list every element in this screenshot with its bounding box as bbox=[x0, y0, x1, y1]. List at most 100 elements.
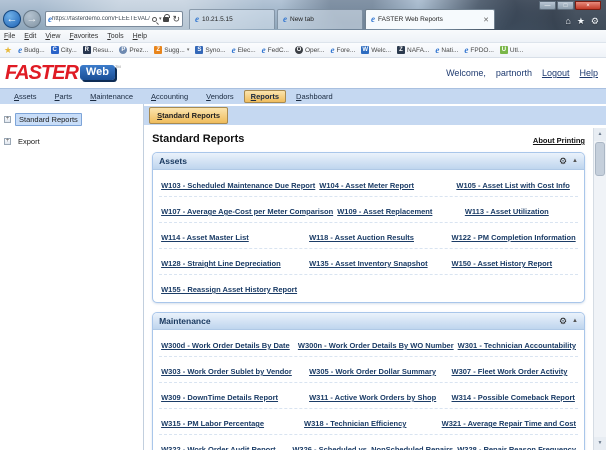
add-favorite-star-icon[interactable]: ★ bbox=[4, 45, 12, 56]
ie-favicon: e bbox=[464, 44, 469, 55]
nav-item-accounting[interactable]: Accounting bbox=[143, 90, 196, 103]
help-link[interactable]: Help bbox=[579, 68, 598, 78]
report-link-cell: W305 - Work Order Dollar Summary bbox=[307, 357, 449, 382]
favorite-item[interactable]: Z Sugg... ▾ bbox=[154, 46, 189, 54]
scroll-down-icon[interactable]: ▼ bbox=[594, 437, 606, 450]
main-nav: Assets Parts Maintenance Accounting Vendors R… bbox=[0, 88, 606, 104]
report-link[interactable]: W322 - Work Order Audit Report bbox=[161, 445, 276, 450]
favorite-label: Prez... bbox=[129, 46, 149, 54]
logout-link[interactable]: Logout bbox=[542, 68, 570, 78]
favorite-item[interactable]: e FedC... bbox=[262, 45, 289, 55]
tab-standard-reports[interactable]: Standard Reports bbox=[149, 107, 229, 124]
tree-expand-icon[interactable]: + bbox=[4, 116, 11, 123]
url-dropdown-icon[interactable]: ▾ bbox=[159, 16, 162, 22]
favorite-item[interactable]: e Fore... bbox=[330, 45, 355, 55]
site-favicon: R bbox=[82, 46, 91, 54]
browser-tab[interactable]: e New tab bbox=[277, 9, 363, 29]
favorite-item[interactable]: e Nati... bbox=[435, 45, 458, 55]
tab-close-icon[interactable]: ✕ bbox=[483, 16, 489, 24]
nav-item-parts[interactable]: Parts bbox=[47, 90, 81, 103]
report-link[interactable]: W311 - Active Work Orders by Shop bbox=[309, 393, 436, 402]
report-link[interactable]: W328 - Repair Reason Frequency bbox=[457, 445, 576, 450]
favorite-item[interactable]: U Utl... bbox=[499, 46, 523, 54]
nav-item-dashboard[interactable]: Dashboard bbox=[288, 90, 341, 103]
report-link[interactable]: W103 - Scheduled Maintenance Due Report bbox=[161, 181, 315, 190]
report-link[interactable]: W321 - Average Repair Time and Cost bbox=[442, 419, 576, 428]
favorite-item[interactable]: e Elec... bbox=[232, 45, 256, 55]
report-link[interactable]: W155 - Reassign Asset History Report bbox=[161, 285, 297, 294]
favorites-star-icon[interactable]: ★ bbox=[577, 16, 585, 27]
close-button[interactable]: × bbox=[575, 1, 601, 10]
report-link[interactable]: W300n - Work Order Details By WO Number bbox=[298, 341, 454, 350]
report-link[interactable]: W314 - Possible Comeback Report bbox=[452, 393, 575, 402]
maximize-button[interactable]: □ bbox=[557, 1, 574, 10]
menu-item-favorites[interactable]: Favorites bbox=[69, 33, 98, 40]
sidebar-item-export[interactable]: + Export bbox=[0, 134, 143, 149]
collapse-arrow-icon[interactable]: ▲ bbox=[572, 318, 578, 324]
favorite-item[interactable]: P Prez... bbox=[119, 46, 148, 54]
collapse-arrow-icon[interactable]: ▲ bbox=[572, 158, 578, 164]
report-link-cell: W105 - Asset List with Cost Info bbox=[454, 171, 578, 196]
menu-item-tools[interactable]: Tools bbox=[107, 33, 123, 40]
address-bar[interactable]: e https://fasterdemo.com/FLEETEVAL/Domai… bbox=[45, 11, 183, 27]
favorite-item[interactable]: Z NAFA... bbox=[397, 46, 429, 54]
tree-expand-icon[interactable]: + bbox=[4, 138, 11, 145]
home-icon[interactable]: ⌂ bbox=[565, 16, 570, 27]
nav-item-vendors[interactable]: Vendors bbox=[198, 90, 242, 103]
search-icon[interactable] bbox=[151, 16, 157, 22]
favorite-item[interactable]: e Budg... bbox=[18, 45, 45, 55]
report-link[interactable]: W318 - Technician Efficiency bbox=[304, 419, 406, 428]
sidebar-item-standard-reports[interactable]: + Standard Reports bbox=[0, 111, 143, 128]
about-printing-link[interactable]: About Printing bbox=[533, 136, 585, 145]
nav-item-maintenance[interactable]: Maintenance bbox=[82, 90, 141, 103]
report-link[interactable]: W122 - PM Completion Information bbox=[452, 233, 576, 242]
report-link[interactable]: W135 - Asset Inventory Snapshot bbox=[309, 259, 428, 268]
report-link[interactable]: W301 - Technician Accountability bbox=[458, 341, 576, 350]
menu-item-edit[interactable]: Edit bbox=[24, 33, 36, 40]
report-link[interactable]: W107 - Average Age-Cost per Meter Compar… bbox=[161, 207, 333, 216]
nav-item-assets[interactable]: Assets bbox=[6, 90, 45, 103]
sidebar-item-label: Standard Reports bbox=[15, 113, 82, 126]
report-link[interactable]: W114 - Asset Master List bbox=[161, 233, 249, 242]
favorite-item[interactable]: e FPDO... bbox=[464, 44, 493, 55]
minimize-button[interactable]: — bbox=[539, 1, 556, 10]
favorite-item[interactable]: O Oper... bbox=[294, 46, 324, 54]
report-link[interactable]: W326 - Scheduled vs. NonScheduled Repair… bbox=[292, 445, 453, 450]
forward-button[interactable]: → bbox=[23, 10, 41, 28]
report-link[interactable]: W105 - Asset List with Cost Info bbox=[456, 181, 569, 190]
report-link[interactable]: W113 - Asset Utilization bbox=[465, 207, 549, 216]
report-link[interactable]: W128 - Straight Line Depreciation bbox=[161, 259, 281, 268]
favorite-label: Welc... bbox=[371, 46, 392, 54]
report-link[interactable]: W300d - Work Order Details By Date bbox=[161, 341, 290, 350]
report-link[interactable]: W307 - Fleet Work Order Activity bbox=[452, 367, 568, 376]
report-link[interactable]: W104 - Asset Meter Report bbox=[319, 181, 414, 190]
report-link[interactable]: W315 - PM Labor Percentage bbox=[161, 419, 264, 428]
panel-gear-icon[interactable]: ⚙ bbox=[559, 316, 567, 326]
report-link[interactable]: W118 - Asset Auction Results bbox=[309, 233, 414, 242]
report-link[interactable]: W150 - Asset History Report bbox=[452, 259, 553, 268]
nav-item-reports[interactable]: Reports bbox=[243, 90, 287, 103]
tab-bar: e 10.21.5.15 e New tab e FASTER Web Reports ✕ bbox=[189, 9, 497, 29]
url-text[interactable]: https://fasterdemo.com/FLEETEVAL/Domains… bbox=[52, 16, 150, 22]
back-button[interactable]: ← bbox=[3, 10, 21, 28]
panel-gear-icon[interactable]: ⚙ bbox=[559, 156, 567, 166]
favorite-item[interactable]: W Welc... bbox=[361, 46, 391, 54]
menu-item-view[interactable]: View bbox=[45, 33, 60, 40]
refresh-icon[interactable]: ↻ bbox=[172, 14, 180, 24]
menu-item-file[interactable]: File bbox=[4, 33, 15, 40]
favorite-item[interactable]: R Resu... bbox=[82, 46, 113, 54]
browser-tab[interactable]: e FASTER Web Reports ✕ bbox=[365, 9, 495, 29]
settings-gear-icon[interactable]: ⚙ bbox=[591, 16, 599, 27]
scroll-thumb[interactable] bbox=[595, 142, 605, 176]
menu-item-help[interactable]: Help bbox=[133, 33, 147, 40]
browser-tab[interactable]: e 10.21.5.15 bbox=[189, 9, 275, 29]
report-link[interactable]: W109 - Asset Replacement bbox=[337, 207, 432, 216]
scroll-up-icon[interactable]: ▲ bbox=[594, 128, 606, 141]
favorite-item[interactable]: C City... bbox=[50, 46, 77, 54]
report-link[interactable]: W305 - Work Order Dollar Summary bbox=[309, 367, 436, 376]
chevron-down-icon[interactable]: ▾ bbox=[187, 47, 190, 53]
favorite-item[interactable]: S Syno... bbox=[195, 46, 226, 54]
report-link[interactable]: W303 - Work Order Sublet by Vendor bbox=[161, 367, 292, 376]
report-link[interactable]: W309 - DownTime Details Report bbox=[161, 393, 278, 402]
vertical-scrollbar[interactable]: ▲ ▼ bbox=[593, 128, 606, 450]
